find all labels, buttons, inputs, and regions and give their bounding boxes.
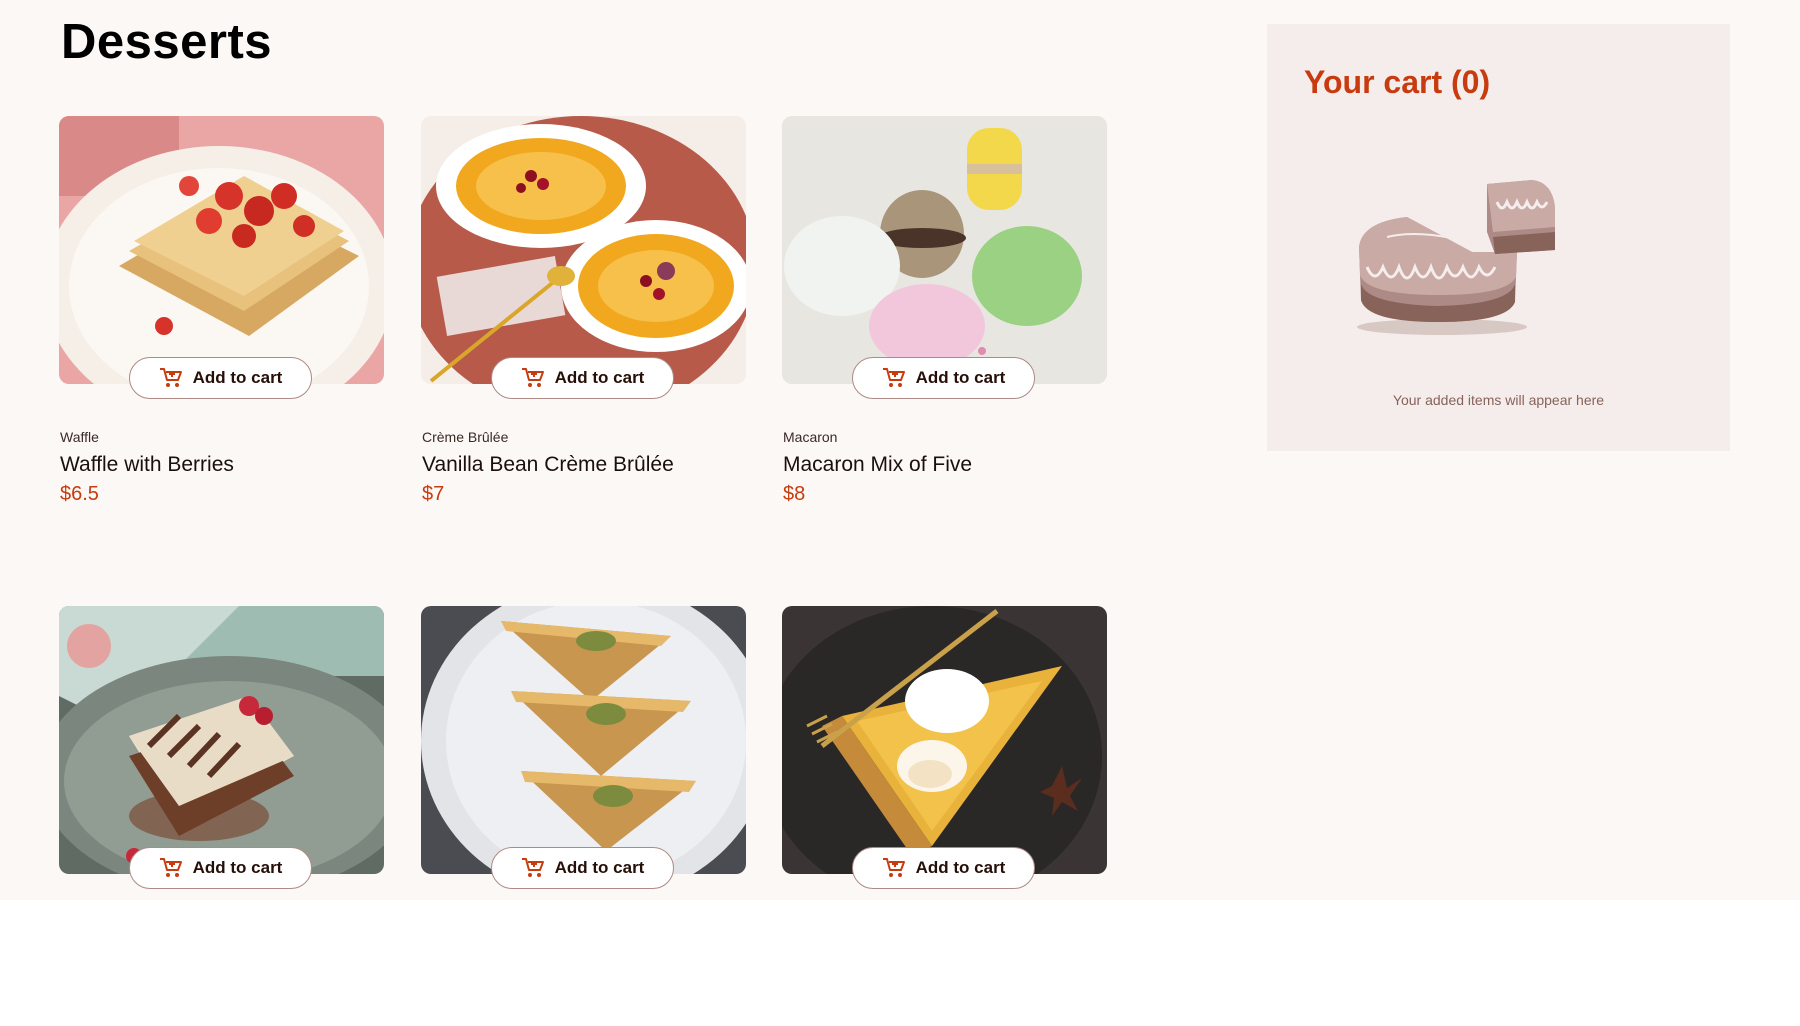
product-price: $8 [783, 483, 806, 505]
product-card: Add to cart Waffle Waffle with Berries $… [59, 116, 384, 536]
add-to-cart-button[interactable]: Add to cart [491, 847, 674, 889]
cart-panel: Your cart (0) Your added items will appe… [1267, 24, 1730, 451]
add-to-cart-icon [521, 858, 544, 877]
cart-empty-message: Your added items will appear here [1392, 392, 1605, 408]
add-to-cart-icon [521, 368, 544, 387]
pie-image [782, 606, 1107, 874]
product-category: Crème Brûlée [422, 429, 509, 445]
product-name: Vanilla Bean Crème Brûlée [422, 453, 674, 476]
add-to-cart-icon [882, 368, 905, 387]
add-to-cart-button[interactable]: Add to cart [491, 357, 674, 399]
add-to-cart-icon [159, 368, 182, 387]
empty-cart-cake-illustration [1357, 180, 1555, 335]
add-to-cart-icon [159, 858, 182, 877]
add-to-cart-label: Add to cart [915, 858, 1006, 877]
product-card: Add to cart [59, 606, 384, 1026]
product-meta: Macaron Macaron Mix of Five $8 [783, 429, 972, 506]
macaron-image [782, 116, 1107, 384]
product-card: Add to cart [421, 606, 746, 1026]
product-meta: Waffle Waffle with Berries $6.5 [60, 429, 234, 506]
product-price: $6.5 [60, 483, 99, 505]
add-to-cart-label: Add to cart [915, 368, 1006, 387]
page-title: Desserts [61, 15, 273, 69]
add-to-cart-label: Add to cart [554, 368, 645, 387]
add-to-cart-icon [882, 858, 905, 877]
creme-brulee-image [421, 116, 746, 384]
product-name: Waffle with Berries [60, 453, 234, 476]
product-category: Waffle [60, 429, 99, 445]
tiramisu-image [59, 606, 384, 874]
product-card: Add to cart [782, 606, 1107, 1026]
add-to-cart-label: Add to cart [192, 858, 283, 877]
baklava-image [421, 606, 746, 874]
page: Desserts Add to cart Waffle Waffle with … [0, 0, 1800, 900]
add-to-cart-button[interactable]: Add to cart [852, 847, 1035, 889]
waffle-image [59, 116, 384, 384]
cart-title: Your cart (0) [1304, 64, 1491, 100]
product-card: Add to cart Crème Brûlée Vanilla Bean Cr… [421, 116, 746, 536]
add-to-cart-label: Add to cart [192, 368, 283, 387]
product-card: Add to cart Macaron Macaron Mix of Five … [782, 116, 1107, 536]
add-to-cart-button[interactable]: Add to cart [129, 847, 312, 889]
product-price: $7 [422, 483, 445, 505]
product-name: Macaron Mix of Five [783, 453, 973, 476]
add-to-cart-label: Add to cart [554, 858, 645, 877]
product-category: Macaron [783, 429, 838, 445]
add-to-cart-button[interactable]: Add to cart [852, 357, 1035, 399]
product-meta: Crème Brûlée Vanilla Bean Crème Brûlée $… [422, 429, 674, 506]
add-to-cart-button[interactable]: Add to cart [129, 357, 312, 399]
